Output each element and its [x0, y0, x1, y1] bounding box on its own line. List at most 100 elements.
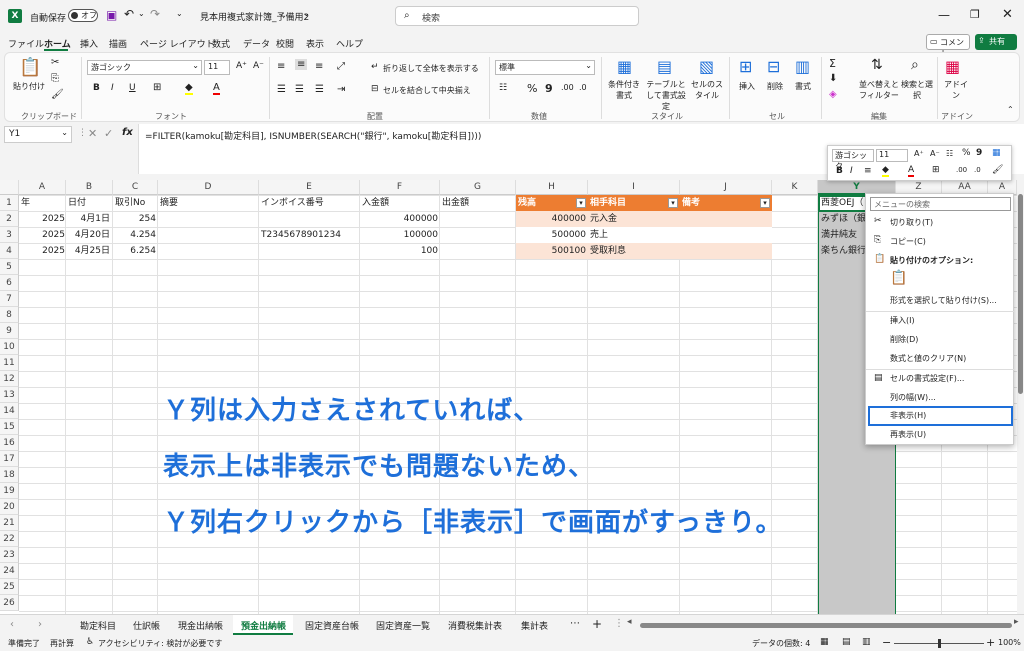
row-header[interactable]: 1: [0, 195, 19, 211]
filter-dropdown-icon[interactable]: ▾: [760, 198, 770, 208]
merge-center-button[interactable]: セルを結合して中央揃え: [383, 85, 471, 96]
delete-cells-icon[interactable]: ⊟: [767, 57, 780, 76]
cell-c3[interactable]: 4.254: [113, 227, 156, 243]
align-center-icon[interactable]: ☰: [295, 84, 304, 95]
menu-data[interactable]: データ: [243, 37, 270, 50]
menu-item-unhide[interactable]: 再表示(U): [890, 427, 926, 443]
cell-b4[interactable]: 4月25日: [66, 243, 110, 259]
row-header[interactable]: 8: [0, 307, 19, 323]
cell-style-icon[interactable]: ▧: [699, 57, 714, 76]
close-icon[interactable]: ✕: [1002, 7, 1013, 22]
row-header[interactable]: 17: [0, 451, 19, 467]
cell-a2[interactable]: 2025: [19, 211, 65, 227]
table-format-icon[interactable]: ▤: [657, 57, 672, 76]
addin-button[interactable]: アドイン: [941, 79, 971, 101]
insert-cells-icon[interactable]: ⊞: [739, 57, 752, 76]
align-bottom-icon[interactable]: ≡: [315, 61, 323, 72]
row-header[interactable]: 23: [0, 547, 19, 563]
cell-y3[interactable]: 満井純友: [821, 227, 865, 243]
cell-h2[interactable]: 400000: [516, 211, 586, 227]
bold-icon[interactable]: B: [836, 166, 843, 176]
comment-button[interactable]: ▭ コメント: [926, 34, 970, 58]
cell-style-button[interactable]: セルのスタイル: [689, 79, 725, 101]
vertical-scrollbar[interactable]: [1017, 180, 1024, 614]
column-header-a[interactable]: A: [19, 180, 66, 195]
insert-cells-button[interactable]: 挿入: [739, 81, 755, 92]
row-header[interactable]: 15: [0, 419, 19, 435]
font-grow-icon[interactable]: A⁺: [236, 61, 247, 71]
customize-qat-icon[interactable]: ⌄: [176, 9, 183, 18]
cell-b2[interactable]: 4月1日: [66, 211, 110, 227]
header-invoice[interactable]: インボイス番号: [261, 195, 324, 211]
header-account[interactable]: 相手科目: [590, 195, 626, 211]
row-header[interactable]: 11: [0, 355, 19, 371]
cell-f4[interactable]: 100: [360, 243, 438, 259]
column-header-i[interactable]: I: [588, 180, 680, 195]
header-year[interactable]: 年: [21, 195, 30, 211]
header-txn-no[interactable]: 取引No: [115, 195, 145, 211]
page-break-icon[interactable]: ▥: [862, 637, 871, 647]
align-top-icon[interactable]: ≡: [277, 61, 285, 72]
more-tabs-icon[interactable]: ⋯: [570, 618, 580, 629]
cell-a3[interactable]: 2025: [19, 227, 65, 243]
row-header[interactable]: 22: [0, 531, 19, 547]
row-header[interactable]: 14: [0, 403, 19, 419]
percent-icon[interactable]: %: [527, 82, 537, 95]
menu-help[interactable]: ヘルプ: [336, 37, 363, 50]
italic-icon[interactable]: I: [850, 166, 853, 176]
menu-file[interactable]: ファイル: [8, 37, 44, 50]
redo-icon[interactable]: ↷: [150, 7, 160, 21]
increase-decimal-icon[interactable]: .00: [561, 83, 574, 92]
menu-item-insert[interactable]: 挿入(I): [890, 313, 915, 329]
table-format-button[interactable]: テーブルとして書式設定: [643, 79, 689, 112]
column-header-k[interactable]: K: [772, 180, 818, 195]
name-box[interactable]: Y1 ⌄: [4, 126, 72, 143]
header-summary[interactable]: 摘要: [160, 195, 178, 211]
search-box[interactable]: ⌕ 検索: [395, 6, 639, 26]
zoom-in-icon[interactable]: +: [986, 636, 995, 649]
menu-draw[interactable]: 描画: [109, 37, 127, 50]
column-header-f[interactable]: F: [360, 180, 440, 195]
header-note[interactable]: 備考: [682, 195, 700, 211]
column-header-d[interactable]: D: [158, 180, 259, 195]
fill-icon[interactable]: ⬇: [829, 73, 837, 84]
row-header[interactable]: 5: [0, 259, 19, 275]
clear-icon[interactable]: ◈: [829, 89, 837, 100]
format-painter-icon[interactable]: 🖌: [51, 89, 64, 100]
comma-icon[interactable]: 9: [976, 148, 982, 158]
row-header[interactable]: 13: [0, 387, 19, 403]
italic-icon[interactable]: I: [111, 83, 114, 93]
menu-item-clear[interactable]: 数式と値のクリア(N): [890, 351, 966, 367]
zoom-out-icon[interactable]: −: [882, 636, 891, 649]
font-size-select[interactable]: 11: [204, 60, 230, 75]
cell-c2[interactable]: 254: [113, 211, 156, 227]
hscroll-right-icon[interactable]: ▸: [1014, 617, 1019, 627]
header-date[interactable]: 日付: [68, 195, 86, 211]
format-cells-icon[interactable]: ▥: [795, 57, 810, 76]
row-header[interactable]: 2: [0, 211, 19, 227]
status-accessibility[interactable]: アクセシビリティ: 検討が必要です: [98, 638, 222, 649]
conditional-format-icon[interactable]: ▦: [617, 57, 632, 76]
row-header[interactable]: 25: [0, 579, 19, 595]
cut-icon[interactable]: ✂: [51, 57, 59, 68]
tab-kanjo-kamoku[interactable]: 勘定科目: [80, 619, 116, 632]
cell-h3[interactable]: 500000: [516, 227, 586, 243]
scroll-thumb[interactable]: [1018, 194, 1023, 394]
decrease-decimal-icon[interactable]: .0: [579, 83, 587, 92]
restore-icon[interactable]: ❐: [970, 8, 980, 21]
filter-dropdown-icon[interactable]: ▾: [668, 198, 678, 208]
page-layout-icon[interactable]: ▤: [842, 637, 851, 647]
zoom-thumb[interactable]: [938, 639, 941, 648]
row-header[interactable]: 21: [0, 515, 19, 531]
cell-y4[interactable]: 楽ちん銀行: [821, 243, 865, 259]
row-header[interactable]: 16: [0, 435, 19, 451]
menu-search-input[interactable]: メニューの検索: [870, 197, 1011, 211]
tab-prev-icon[interactable]: ‹: [10, 619, 14, 630]
insert-function-icon[interactable]: fx: [122, 127, 133, 138]
share-button[interactable]: ⇪ 共有: [975, 34, 1017, 50]
font-grow-icon[interactable]: A⁺: [914, 149, 924, 158]
tab-genkin[interactable]: 現金出納帳: [178, 619, 223, 632]
currency-icon[interactable]: ☷: [946, 149, 953, 158]
number-format-select[interactable]: 標準 ⌄: [495, 60, 595, 75]
font-name-select[interactable]: 游ゴシック ⌄: [87, 60, 202, 75]
